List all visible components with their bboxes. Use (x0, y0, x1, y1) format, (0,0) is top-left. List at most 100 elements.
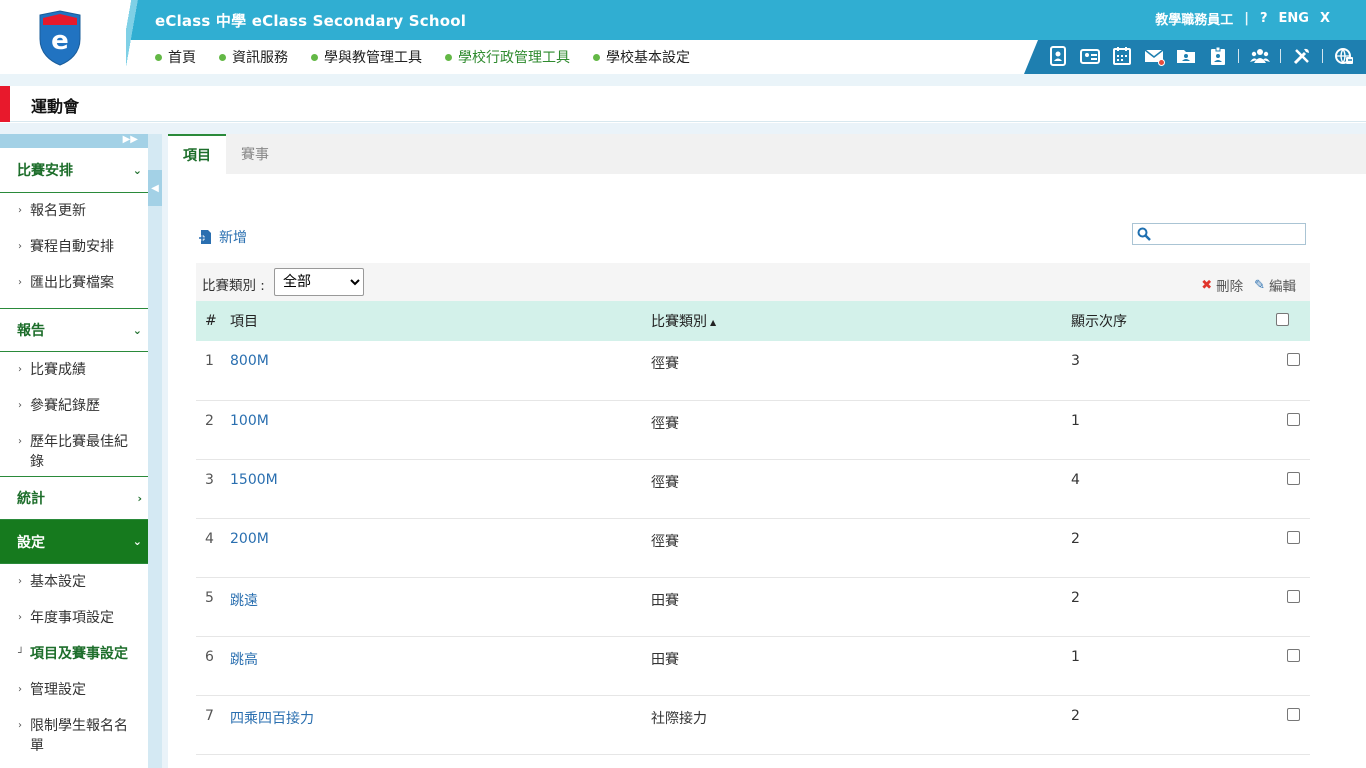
row-select (1276, 459, 1310, 519)
table-row: 7 四乘四百接力 社際接力 2 (196, 695, 1310, 755)
search-box[interactable] (1132, 223, 1306, 245)
header-order[interactable]: 顯示次序 (1071, 301, 1276, 341)
row-checkbox[interactable] (1286, 648, 1300, 662)
item-link[interactable]: 100M (230, 413, 269, 429)
sidebar-item-label: 管理設定 (30, 682, 86, 698)
edit-label: 編輯 (1269, 279, 1296, 295)
sidebar-item-best-records[interactable]: › 歷年比賽最佳紀錄 (0, 432, 148, 476)
sidebar-top-bar: ▶▶ (0, 134, 148, 148)
sidebar-section-reports[interactable]: 報告 ⌄ (0, 308, 148, 352)
help-link[interactable]: ? (1260, 11, 1268, 26)
sidebar-item-label: 參賽紀錄歷 (30, 398, 100, 414)
chevron-right-icon: › (137, 491, 142, 505)
sidebar-section-settings[interactable]: 設定 ⌄ (0, 520, 148, 564)
school-name: eClass 中學 eClass Secondary School (155, 12, 467, 30)
row-checkbox[interactable] (1286, 530, 1300, 544)
item-link[interactable]: 800M (230, 353, 269, 369)
chevron-down-icon: ⌄ (132, 323, 142, 337)
chevron-right-icon: › (18, 277, 22, 288)
collapse-sidebar-icon[interactable]: ◀ (148, 170, 162, 206)
close-link[interactable]: X (1320, 11, 1330, 26)
sidebar-section-statistics[interactable]: 統計 › (0, 476, 148, 520)
badge-icon[interactable] (1206, 44, 1229, 67)
nav-item-0[interactable]: 首頁 (155, 47, 196, 67)
sidebar-section-arrangement[interactable]: 比賽安排 ⌄ (0, 148, 148, 193)
sidebar-item-restrict-list[interactable]: › 限制學生報名名單 (0, 716, 148, 756)
row-checkbox[interactable] (1286, 589, 1300, 603)
edit-button[interactable]: ✎ 編輯 (1254, 275, 1296, 296)
tab-items[interactable]: 項目 (168, 134, 226, 174)
sidebar-item-label: 匯出比賽檔案 (30, 275, 114, 291)
row-checkbox[interactable] (1286, 471, 1300, 485)
sidebar-item-annual-settings[interactable]: › 年度事項設定 (0, 608, 148, 644)
item-link[interactable]: 1500M (230, 472, 278, 488)
row-checkbox[interactable] (1286, 707, 1300, 721)
select-all-checkbox[interactable] (1276, 312, 1289, 326)
tools-icon[interactable] (1290, 44, 1313, 67)
tab-events[interactable]: 賽事 (226, 134, 284, 174)
nav-item-1[interactable]: 資訊服務 (219, 47, 288, 67)
row-order: 1 (1071, 636, 1276, 696)
chevron-right-icon: › (18, 612, 22, 623)
item-link[interactable]: 200M (230, 531, 269, 547)
nav-item-3[interactable]: 學校行政管理工具 (445, 47, 570, 67)
mail-icon[interactable] (1142, 44, 1165, 67)
header-icons (1046, 44, 1355, 67)
language-link[interactable]: ENG (1279, 11, 1309, 26)
user-role-link[interactable]: 教學職務員工 (1155, 9, 1233, 28)
sidebar-item-export-files[interactable]: › 匯出比賽檔案 (0, 273, 148, 309)
sidebar-item-results[interactable]: › 比賽成績 (0, 360, 148, 396)
school-logo[interactable]: e (36, 9, 84, 67)
table-row: 5 跳遠 田賽 2 (196, 577, 1310, 637)
table-row: 3 1500M 徑賽 4 (196, 459, 1310, 519)
row-checkbox[interactable] (1286, 412, 1300, 426)
item-link[interactable]: 四乘四百接力 (230, 711, 314, 727)
category-filter-select[interactable]: 全部 (274, 268, 364, 296)
group-icon[interactable] (1248, 44, 1271, 67)
nav-item-4[interactable]: 學校基本設定 (593, 47, 690, 67)
row-select (1276, 695, 1310, 755)
sidebar-item-auto-schedule[interactable]: › 賽程自動安排 (0, 237, 148, 273)
header-category-label: 比賽類別 (651, 314, 707, 330)
folder-user-icon[interactable] (1174, 44, 1197, 67)
nav-item-label: 學校基本設定 (606, 50, 690, 66)
bullet-icon (445, 53, 452, 61)
sidebar-item-event-settings[interactable]: ┘ 項目及賽事設定 (0, 644, 148, 680)
sidebar-item-history[interactable]: › 參賽紀錄歷 (0, 396, 148, 432)
header-category[interactable]: 比賽類別 ▲ (651, 301, 1071, 341)
header-item[interactable]: 項目 (230, 301, 651, 341)
nav-item-2[interactable]: 學與教管理工具 (311, 47, 422, 67)
sidebar-section-label: 比賽安排 (17, 163, 73, 179)
calendar-icon[interactable] (1110, 44, 1133, 67)
top-right-menu: 教學職務員工 | ? ENG X (1155, 9, 1330, 28)
logout-globe-icon[interactable] (1332, 44, 1355, 67)
separator: | (1244, 11, 1249, 26)
row-item: 跳高 (230, 636, 651, 696)
expand-sidebar-icon[interactable]: ▶▶ (123, 134, 138, 145)
row-order: 4 (1071, 459, 1276, 519)
item-link[interactable]: 跳遠 (230, 593, 258, 609)
sidebar-item-admin-settings[interactable]: › 管理設定 (0, 680, 148, 716)
svg-text:e: e (51, 26, 69, 56)
student-id-icon[interactable] (1078, 44, 1101, 67)
row-select (1276, 636, 1310, 696)
search-input[interactable] (1153, 225, 1303, 243)
item-link[interactable]: 跳高 (230, 652, 258, 668)
notification-dot (1158, 59, 1165, 66)
bullet-icon (593, 53, 600, 61)
nav-item-label: 學與教管理工具 (324, 50, 422, 66)
sidebar-item-label: 報名更新 (30, 203, 86, 219)
current-marker-icon: ┘ (18, 648, 25, 659)
ipad-portfolio-icon[interactable] (1046, 44, 1069, 67)
add-button[interactable]: 新增 (199, 227, 247, 247)
sidebar-items-arrangement: › 報名更新 › 賽程自動安排 › 匯出比賽檔案 (0, 193, 148, 313)
sidebar-item-enrollment-update[interactable]: › 報名更新 (0, 201, 148, 237)
sidebar-item-basic-settings[interactable]: › 基本設定 (0, 572, 148, 608)
table-row: 1 800M 徑賽 3 (196, 341, 1310, 401)
row-checkbox[interactable] (1286, 353, 1300, 366)
add-document-icon (199, 230, 211, 244)
row-select (1276, 577, 1310, 637)
delete-button[interactable]: ✖ 刪除 (1201, 275, 1243, 296)
page-title-bar (0, 86, 1366, 122)
table-row: 6 跳高 田賽 1 (196, 636, 1310, 696)
